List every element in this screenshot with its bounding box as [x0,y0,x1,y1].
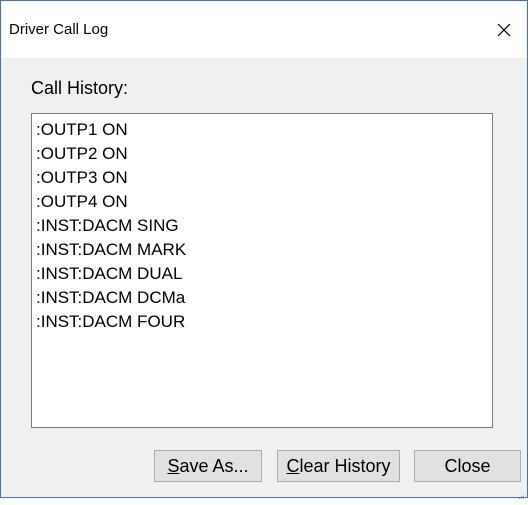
call-history-list[interactable]: :OUTP1 ON :OUTP2 ON :OUTP3 ON :OUTP4 ON … [31,113,493,428]
title-bar[interactable]: Driver Call Log [1,1,527,58]
list-item[interactable]: :INST:DACM MARK [36,238,488,262]
close-button[interactable]: Close [414,450,521,482]
list-item[interactable]: :INST:DACM DCMa [36,286,488,310]
list-item[interactable]: :INST:DACM SING [36,214,488,238]
save-as-label: ave As... [179,455,249,476]
list-item[interactable]: :OUTP2 ON [36,142,488,166]
call-history-label: Call History: [31,78,129,98]
list-item[interactable]: :INST:DACM FOUR [36,310,488,334]
close-icon[interactable] [481,10,527,50]
save-as-button[interactable]: Save As... [154,450,262,482]
clear-history-button[interactable]: Clear History [277,450,400,482]
size-grip-icon[interactable] [517,487,525,499]
save-as-mnemonic: S [167,455,180,476]
list-item[interactable]: :OUTP4 ON [36,190,488,214]
list-item[interactable]: :INST:DACM DUAL [36,262,488,286]
driver-call-log-window: Driver Call Log Call History: :OUTP1 ON … [0,0,528,499]
clear-history-mnemonic: C [286,455,300,476]
list-item[interactable]: :OUTP1 ON [36,118,488,142]
window-title: Driver Call Log [9,21,109,38]
list-item[interactable]: :OUTP3 ON [36,166,488,190]
clear-history-label: lear History [299,455,391,476]
